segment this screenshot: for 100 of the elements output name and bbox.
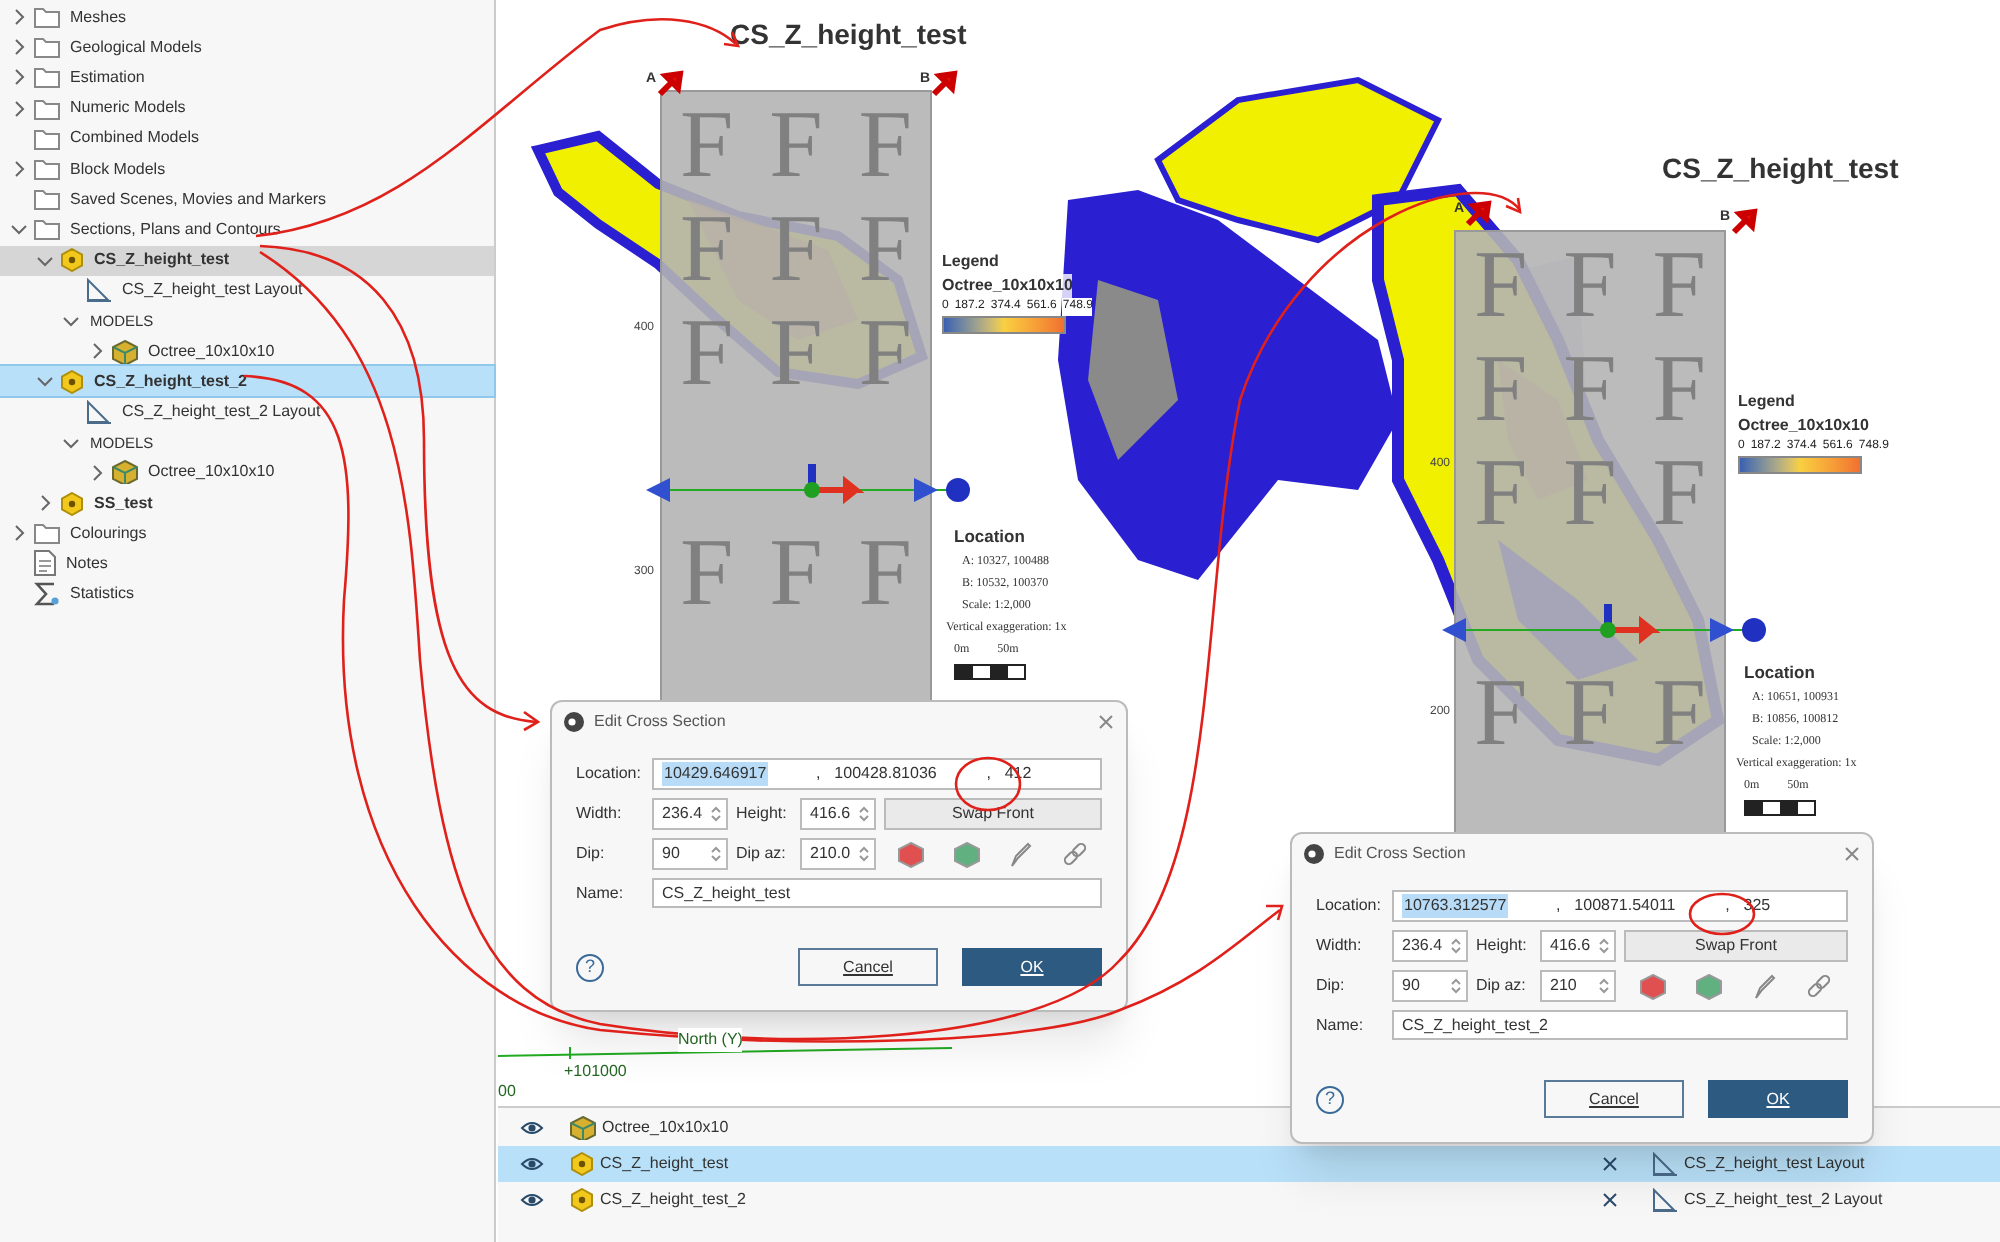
field-label: Width: bbox=[576, 802, 624, 826]
view-title: CS_Z_height_test bbox=[730, 16, 967, 54]
plane-glyph: F bbox=[769, 202, 823, 298]
cancel-button[interactable]: Cancel bbox=[1544, 1080, 1684, 1118]
folder-icon bbox=[34, 66, 60, 89]
spin-field[interactable]: 236.4 bbox=[1392, 930, 1468, 962]
spin-field[interactable]: 210 bbox=[1540, 970, 1616, 1002]
folder-icon bbox=[34, 158, 60, 181]
field-label: Dip: bbox=[576, 842, 607, 866]
plane-glyph: F bbox=[1652, 666, 1706, 762]
tree-item[interactable]: SS_test bbox=[0, 488, 494, 519]
spin-field[interactable]: 90 bbox=[652, 838, 728, 870]
plane-glyph: F bbox=[1473, 666, 1528, 762]
swap-front-button[interactable]: Swap Front bbox=[1624, 930, 1848, 962]
spin-field[interactable]: 416.6 bbox=[800, 798, 876, 830]
plane-glyph: F bbox=[858, 526, 912, 622]
chevron-down-icon bbox=[61, 311, 79, 330]
spin-field[interactable]: 210.0 bbox=[800, 838, 876, 870]
field-label: Dip az: bbox=[1476, 974, 1528, 998]
folder-icon bbox=[34, 188, 60, 211]
swap-front-button[interactable]: Swap Front bbox=[884, 798, 1102, 830]
plane-glyph: F bbox=[1652, 342, 1706, 438]
folder-icon bbox=[34, 36, 60, 59]
plane-glyph: F bbox=[1563, 238, 1617, 334]
spin-field[interactable]: 416.6 bbox=[1540, 930, 1616, 962]
close-icon bbox=[1098, 714, 1114, 730]
ruler-triangle-icon bbox=[1652, 1152, 1678, 1176]
plane-glyph: F bbox=[769, 526, 823, 622]
scene-item-name: CS_Z_height_test_2 bbox=[600, 1188, 748, 1212]
scene-list-row[interactable]: CS_Z_height_test bbox=[498, 1146, 1278, 1182]
dialog-title: Edit Cross Section bbox=[594, 710, 728, 734]
layout-cell[interactable]: CS_Z_height_test_2 Layout bbox=[1278, 1182, 2000, 1218]
color-scale-bar bbox=[942, 316, 1066, 334]
tree-item[interactable]: CS_Z_height_test_2 Layout bbox=[0, 396, 494, 428]
ruler-triangle-icon bbox=[86, 278, 112, 303]
location-heading: Location bbox=[1744, 660, 1817, 686]
marker-handle-icon bbox=[1464, 200, 1493, 228]
tree-item[interactable]: Estimation bbox=[0, 62, 494, 94]
sigma-icon bbox=[34, 582, 60, 607]
field-label: Name: bbox=[1316, 1013, 1366, 1037]
tree-item[interactable]: Colourings bbox=[0, 518, 494, 549]
link-icon bbox=[1061, 841, 1088, 867]
legend-title: Legend bbox=[1738, 390, 1795, 414]
link-icon bbox=[1806, 973, 1833, 999]
layout-cell[interactable]: CS_Z_height_test Layout bbox=[1278, 1146, 2000, 1182]
tree-item[interactable]: Sections, Plans and Contours bbox=[0, 214, 494, 245]
chevron-right-icon bbox=[87, 342, 105, 361]
scene-list-row[interactable]: Octree_10x10x10 bbox=[498, 1110, 1278, 1146]
name-field[interactable]: CS_Z_height_test bbox=[652, 878, 1102, 908]
tree-item[interactable]: Combined Models bbox=[0, 123, 494, 154]
spin-field[interactable]: 90 bbox=[1392, 970, 1468, 1002]
field-label: Location: bbox=[1316, 894, 1383, 918]
hexagon-icon bbox=[60, 369, 84, 394]
ok-button[interactable]: OK bbox=[1708, 1080, 1848, 1118]
tree-item[interactable]: CS_Z_height_test bbox=[0, 245, 494, 276]
folder-icon bbox=[34, 218, 60, 241]
scene-item-name: CS_Z_height_test bbox=[600, 1152, 731, 1176]
ok-button[interactable]: OK bbox=[962, 948, 1102, 986]
spinner-arrows-icon bbox=[1450, 936, 1462, 956]
help-button[interactable]: ? bbox=[1316, 1085, 1344, 1113]
scene-list-row[interactable]: CS_Z_height_test_2 bbox=[498, 1182, 1278, 1218]
spinner-arrows-icon bbox=[1598, 936, 1610, 956]
tree-item[interactable]: CS_Z_height_test_2 bbox=[0, 366, 494, 397]
marker-handle-icon bbox=[930, 70, 959, 98]
help-button[interactable]: ? bbox=[576, 953, 604, 981]
tree-item[interactable]: Octree_10x10x10 bbox=[0, 457, 494, 488]
plane-glyph: F bbox=[1563, 342, 1617, 438]
tree-item[interactable]: Geological Models bbox=[0, 32, 494, 63]
name-field[interactable]: CS_Z_height_test_2 bbox=[1392, 1010, 1848, 1040]
plane-glyph: F bbox=[1473, 238, 1528, 334]
marker-handle-icon bbox=[1730, 208, 1759, 236]
spin-field[interactable]: 236.4 bbox=[652, 798, 728, 830]
pen-icon bbox=[1008, 841, 1033, 867]
tree-item[interactable]: Numeric Models bbox=[0, 93, 494, 124]
spinner-arrows-icon bbox=[1598, 976, 1610, 996]
close-icon bbox=[1844, 846, 1860, 862]
plane-glyph: F bbox=[679, 98, 734, 194]
close-icon bbox=[1602, 1156, 1618, 1172]
tree-item[interactable]: Notes bbox=[0, 548, 494, 580]
document-icon bbox=[34, 550, 56, 577]
cancel-button[interactable]: Cancel bbox=[798, 948, 938, 986]
plane-glyph: F bbox=[769, 98, 823, 194]
ruler-triangle-icon bbox=[1652, 1188, 1678, 1212]
hexagon-icon bbox=[570, 1188, 594, 1212]
field-label: Width: bbox=[1316, 934, 1364, 958]
hexagon-icon bbox=[60, 491, 84, 516]
tree-item[interactable]: Statistics bbox=[0, 579, 494, 610]
axis-label: North (Y) bbox=[678, 1028, 743, 1052]
view-title: CS_Z_height_test bbox=[1662, 150, 1899, 188]
color-scale-bar bbox=[1738, 456, 1862, 474]
pen-icon bbox=[1752, 973, 1777, 999]
tree-item[interactable]: Block Models bbox=[0, 153, 494, 185]
tree-item[interactable]: CS_Z_height_test Layout bbox=[0, 275, 494, 306]
location-heading: Location bbox=[954, 524, 1027, 550]
tree-item[interactable]: Meshes bbox=[0, 2, 494, 33]
dialog-title: Edit Cross Section bbox=[1334, 842, 1468, 866]
marker-handle-icon bbox=[656, 70, 685, 98]
plane-glyph: F bbox=[1473, 446, 1528, 542]
tree-item[interactable]: Saved Scenes, Movies and Markers bbox=[0, 184, 494, 215]
tree-item[interactable]: Octree_10x10x10 bbox=[0, 336, 494, 367]
